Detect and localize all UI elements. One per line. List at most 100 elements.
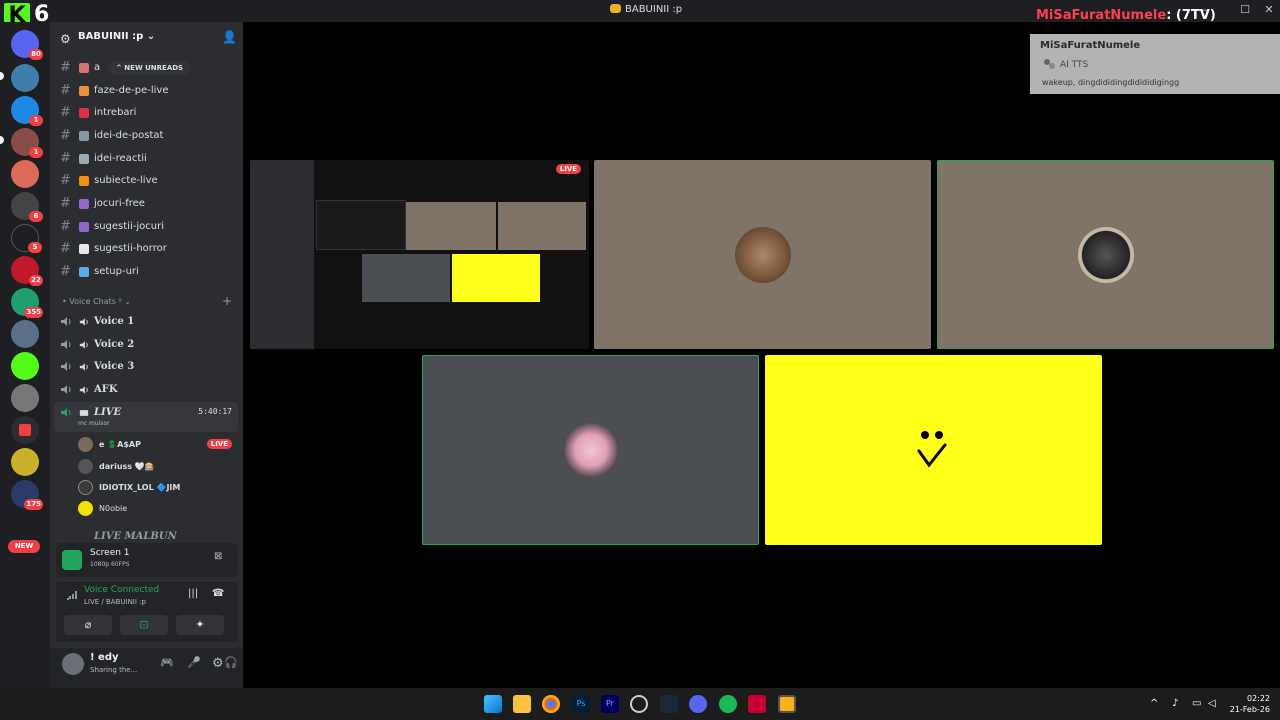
server-icon[interactable]: 22 (11, 256, 43, 286)
share-screen-button[interactable]: ⊡ (120, 615, 168, 635)
username[interactable]: ! edy (90, 652, 119, 663)
screen-share-tile[interactable]: LIVE (250, 160, 589, 349)
server-icon[interactable]: 6 (11, 192, 43, 222)
folder-icon[interactable] (11, 416, 39, 444)
channel-emoji-icon (79, 131, 89, 141)
spotify-icon[interactable] (719, 695, 737, 713)
avatar (1077, 226, 1134, 283)
channel-emoji-icon (79, 176, 89, 186)
server-icon[interactable] (11, 320, 39, 348)
channel-subiecte-live[interactable]: # subiecte-live (50, 171, 243, 191)
voice-connection-panel: Voice Connected LIVE / BABUINII :p ||| ☎… (56, 582, 238, 642)
activities-button[interactable]: ✦ (176, 615, 224, 635)
voice-member[interactable]: IDIOTIX_LOL 🔷JIM (78, 478, 238, 498)
rockstar-icon[interactable] (778, 695, 796, 713)
unread-indicator (0, 136, 4, 144)
chrome-icon[interactable] (542, 695, 560, 713)
voice-member[interactable]: e 💲A$AP LIVE (78, 435, 238, 455)
voice-category[interactable]: • Voice Chats ⁹ ⌄ (62, 297, 131, 306)
voice-channel-3[interactable]: Voice 3 (50, 356, 243, 378)
microphone-icon[interactable]: 🎤 (187, 656, 201, 669)
new-servers-pill[interactable]: NEW (8, 540, 40, 553)
kick-server-icon[interactable] (11, 352, 39, 380)
new-unreads-pill[interactable]: ^ NEW UNREADS (108, 61, 192, 75)
photoshop-icon[interactable]: Ps (572, 695, 590, 713)
server-icon[interactable] (11, 64, 39, 92)
close-button[interactable]: ✕ (1261, 3, 1277, 16)
voice-channel-1[interactable]: Voice 1 (50, 311, 243, 333)
hash-icon: # (60, 173, 71, 188)
hash-icon: # (60, 241, 71, 256)
gamepad-icon[interactable]: 🎮 (160, 656, 174, 669)
hash-icon: # (60, 219, 71, 234)
server-icon[interactable]: 175 (11, 480, 43, 510)
home-server-icon[interactable]: 80 (11, 30, 43, 60)
user-status: Sharing the... (90, 666, 138, 674)
server-icon[interactable]: 5 (11, 224, 42, 253)
avatar (562, 422, 619, 478)
guild-header[interactable]: ⚙ BABUINII :p ⌄ 👤 (50, 22, 243, 54)
speaker-icon (61, 385, 71, 394)
channel-setup-uri[interactable]: # setup-uri (50, 262, 243, 282)
add-channel-icon[interactable]: + (222, 294, 232, 308)
participant-tile[interactable] (765, 355, 1102, 545)
discord-icon[interactable] (689, 695, 707, 713)
hash-icon: # (60, 60, 71, 75)
microphone-tray-icon[interactable]: ♪ (1172, 698, 1178, 709)
network-icon[interactable]: ▭ (1192, 698, 1201, 709)
hash-icon: # (60, 196, 71, 211)
screen-share-panel[interactable]: Screen 1 1080p 60FPS ⊠ (56, 543, 238, 577)
participant-tile[interactable] (937, 160, 1274, 349)
taskbar: Ps Pr ^ ♪ ▭ ◁ 02:22 21-Feb-26 (0, 688, 1280, 720)
channel-sugestii-horror[interactable]: # sugestii-horror (50, 239, 243, 259)
user-settings-gear-icon[interactable]: ⚙ (212, 656, 224, 671)
premiere-icon[interactable]: Pr (601, 695, 619, 713)
steam-icon[interactable] (660, 695, 678, 713)
server-icon[interactable] (11, 160, 39, 188)
invite-people-icon[interactable]: 👤 (222, 30, 237, 44)
taskbar-clock[interactable]: 02:22 21-Feb-26 (1226, 693, 1270, 715)
voice-channel-afk[interactable]: AFK (50, 379, 243, 401)
voice-member[interactable]: N0obie (78, 499, 238, 519)
voice-member[interactable]: dariuss 🤍🎰 (78, 457, 238, 477)
channel-faze-de-pe-live[interactable]: # faze-de-pe-live (50, 81, 243, 101)
channel-idei-reactii[interactable]: # idei-reactii (50, 149, 243, 169)
stream-stage: LIVE (243, 22, 1280, 688)
avatar (78, 501, 93, 516)
channel-intrebari[interactable]: # intrebari (50, 103, 243, 123)
disconnect-icon[interactable]: ☎ (212, 588, 224, 599)
server-icon[interactable] (11, 384, 39, 412)
speaker-icon (79, 363, 88, 371)
noise-suppression-icon[interactable]: ||| (188, 588, 198, 599)
volume-icon[interactable]: ◁ (1208, 698, 1216, 709)
stop-stream-icon[interactable]: ⊠ (214, 551, 222, 562)
server-icon[interactable] (11, 448, 39, 476)
obs-icon[interactable] (630, 695, 648, 713)
channel-idei-de-postat[interactable]: # idei-de-postat (50, 126, 243, 146)
channel-sugestii-jocuri[interactable]: # sugestii-jocuri (50, 217, 243, 237)
chevron-up-icon[interactable]: ^ (1150, 698, 1158, 709)
voice-status[interactable]: Voice Connected (84, 585, 159, 595)
app-icon[interactable] (748, 695, 766, 713)
channel-emoji-icon (79, 199, 89, 209)
channel-emoji-icon (79, 86, 89, 96)
participant-tile[interactable] (422, 355, 759, 545)
voice-channel-2[interactable]: Voice 2 (50, 334, 243, 356)
speaker-icon (79, 386, 88, 394)
speaker-icon (79, 318, 88, 326)
server-icon[interactable]: 1 (11, 96, 43, 126)
camera-off-button[interactable]: ⌀ (64, 615, 112, 635)
avatar[interactable] (62, 653, 84, 675)
server-icon[interactable]: 355 (11, 288, 43, 318)
voice-channel-live-malbun[interactable]: LIVE MALBUN (50, 526, 243, 540)
channel-jocuri-free[interactable]: # jocuri-free (50, 194, 243, 214)
hash-icon: # (60, 128, 71, 143)
server-icon[interactable]: 1 (11, 128, 43, 158)
voice-channel-live[interactable]: LIVE 5:40:17 mc muisor (54, 402, 238, 432)
server-rail: 80 1 1 6 5 22 355 175 NEW (0, 22, 50, 688)
maximize-button[interactable]: ☐ (1237, 3, 1253, 16)
headphones-icon[interactable]: 🎧 (224, 656, 238, 669)
file-explorer-icon[interactable] (513, 695, 531, 713)
windows-start-icon[interactable] (484, 695, 502, 713)
participant-tile[interactable] (594, 160, 931, 349)
